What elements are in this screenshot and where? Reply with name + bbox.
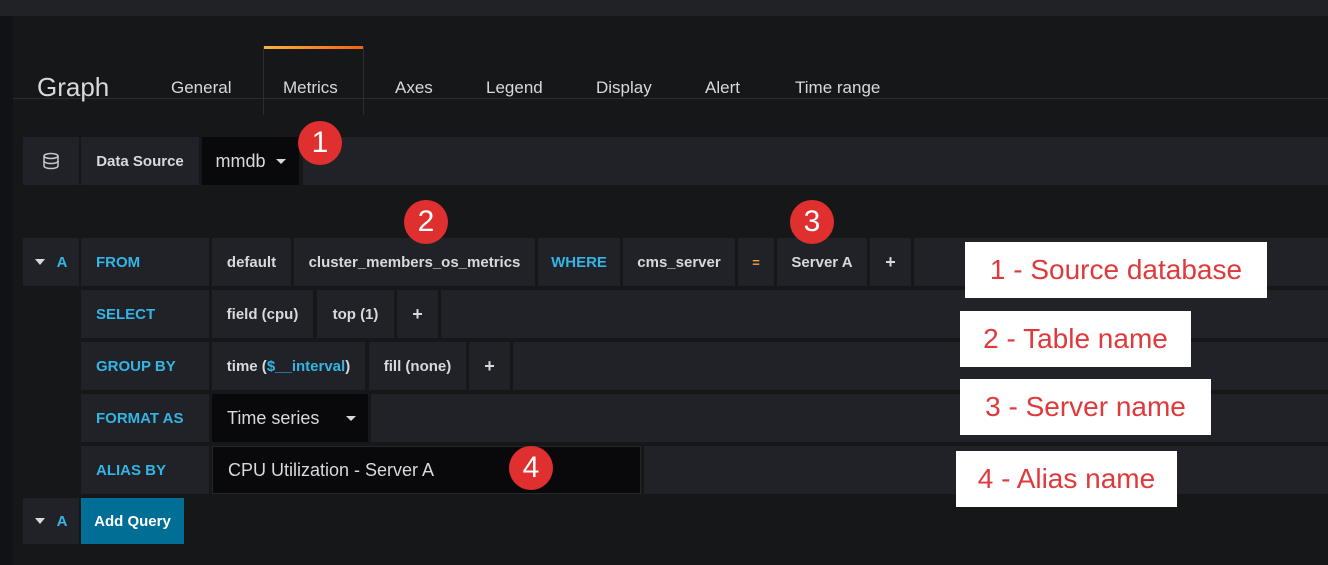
add-query-ref-id: A: [56, 512, 68, 530]
top-bar: [0, 0, 1328, 16]
note-server-name: 3 - Server name: [960, 379, 1211, 435]
format-as-select[interactable]: Time series: [212, 394, 368, 442]
callout-3: 3: [790, 200, 834, 244]
group-by-keyword: GROUP BY: [81, 342, 209, 390]
chevron-down-icon: [346, 415, 356, 421]
measurement-segment[interactable]: cluster_members_os_metrics: [294, 238, 535, 286]
fill-segment[interactable]: fill (none): [369, 342, 466, 390]
alias-by-input[interactable]: CPU Utilization - Server A: [212, 446, 641, 494]
datasource-filler: [303, 137, 1328, 185]
add-where-button[interactable]: +: [870, 238, 911, 286]
from-keyword: FROM: [81, 238, 209, 286]
retention-policy-segment[interactable]: default: [212, 238, 291, 286]
add-select-button[interactable]: +: [397, 290, 438, 338]
datasource-label: Data Source: [81, 137, 199, 185]
caret-down-icon: [34, 259, 45, 265]
left-rail: [0, 16, 13, 565]
tab-metrics[interactable]: Metrics: [283, 78, 338, 98]
tag-value-segment[interactable]: Server A: [777, 238, 867, 286]
callout-2: 2: [404, 200, 448, 244]
note-table-name: 2 - Table name: [960, 311, 1191, 367]
add-query-button[interactable]: Add Query: [81, 498, 184, 544]
field-segment[interactable]: field (cpu): [212, 290, 313, 338]
selector-segment[interactable]: top (1): [317, 290, 394, 338]
tag-key-segment[interactable]: cms_server: [623, 238, 735, 286]
caret-down-icon: [34, 518, 45, 524]
interval-variable: $__interval: [266, 357, 346, 375]
database-icon: [43, 152, 59, 170]
time-suffix: ): [345, 357, 351, 375]
time-prefix: time (: [226, 357, 267, 375]
datasource-select[interactable]: mmdb: [202, 137, 299, 185]
callout-4: 4: [509, 446, 553, 490]
tab-general[interactable]: General: [171, 78, 231, 98]
tab-display[interactable]: Display: [596, 78, 652, 98]
query-collapse-toggle[interactable]: A: [23, 238, 79, 286]
note-source-database: 1 - Source database: [965, 242, 1267, 298]
tab-time-range[interactable]: Time range: [795, 78, 880, 98]
select-keyword: SELECT: [81, 290, 209, 338]
add-group-by-button[interactable]: +: [469, 342, 510, 390]
query-ref-id: A: [56, 253, 68, 271]
group-by-time-segment[interactable]: time ($__interval): [212, 342, 365, 390]
datasource-icon-box: [23, 137, 79, 185]
tab-legend[interactable]: Legend: [486, 78, 543, 98]
panel-title: Graph: [37, 72, 110, 102]
note-alias-name: 4 - Alias name: [956, 451, 1177, 507]
callout-1: 1: [298, 121, 342, 165]
operator-segment[interactable]: =: [738, 238, 774, 286]
panel-editor: Graph General Metrics Axes Legend Displa…: [13, 16, 1328, 565]
format-as-keyword: FORMAT AS: [81, 394, 209, 442]
chevron-down-icon: [275, 158, 286, 164]
tab-alert[interactable]: Alert: [705, 78, 740, 98]
datasource-value: mmdb: [215, 150, 266, 171]
add-query-ref-toggle[interactable]: A: [23, 498, 79, 544]
format-as-value: Time series: [227, 407, 320, 428]
alias-by-keyword: ALIAS BY: [81, 446, 209, 494]
tab-axes[interactable]: Axes: [395, 78, 433, 98]
where-keyword: WHERE: [538, 238, 620, 286]
tab-divider: [13, 98, 1328, 99]
